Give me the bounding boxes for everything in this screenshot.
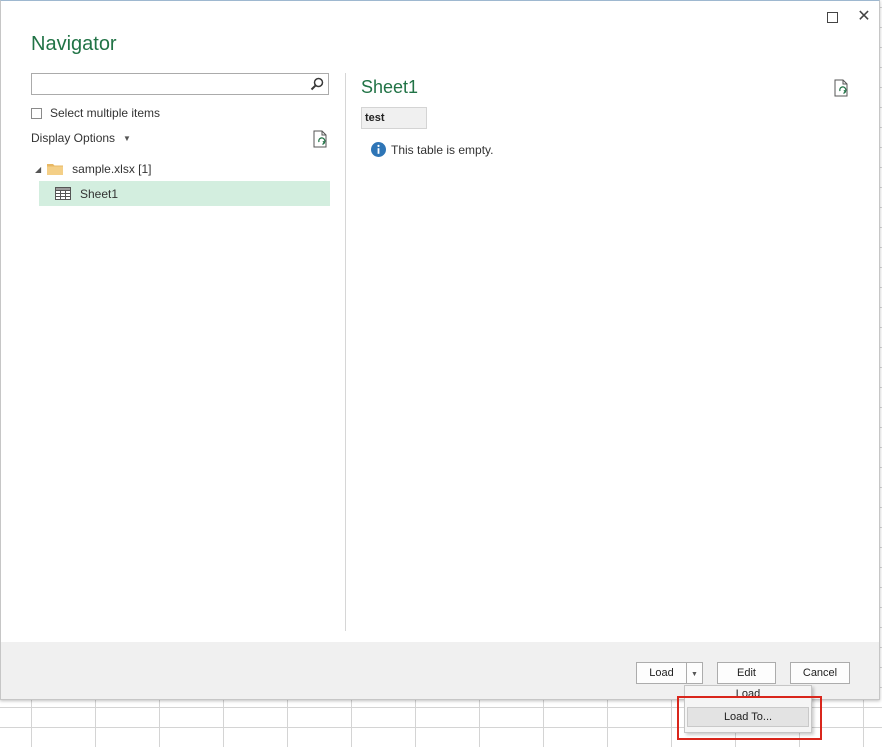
tree-folder-sample-xlsx[interactable]: ◢ sample.xlsx [1] [35,160,152,178]
cancel-button[interactable]: Cancel [790,662,850,684]
highlight-annotation [677,696,822,740]
tree-item-label: Sheet1 [80,186,119,201]
expand-triangle-icon[interactable]: ◢ [35,165,41,174]
display-options-label: Display Options [31,131,116,145]
search-input[interactable] [36,75,306,93]
dialog-title: Navigator [31,33,117,55]
select-multiple-row[interactable]: Select multiple items [31,106,160,120]
search-box[interactable] [31,73,329,95]
caret-down-icon: ▼ [123,133,131,143]
close-button[interactable]: ✕ [854,7,874,27]
search-icon[interactable] [309,76,325,92]
select-multiple-label: Select multiple items [50,106,161,120]
empty-table-message: This table is empty. [371,142,493,157]
preview-title: Sheet1 [361,77,419,97]
tree-item-sheet1[interactable]: Sheet1 [39,181,330,206]
navigator-dialog: ✕ Navigator Select multiple items Displa… [0,0,880,700]
edit-button[interactable]: Edit [717,662,776,684]
maximize-button[interactable] [822,7,842,27]
table-icon [55,187,71,200]
folder-icon [47,164,64,175]
tree-folder-label: sample.xlsx [1] [72,162,152,176]
info-icon [371,142,386,157]
maximize-icon [826,12,838,23]
caret-down-icon: ▼ [691,671,698,678]
load-button[interactable]: Load [636,662,687,684]
display-options-dropdown[interactable]: Display Options ▼ [31,131,131,145]
pane-divider[interactable] [345,73,346,631]
empty-table-text: This table is empty. [391,142,494,157]
load-dropdown-button[interactable]: ▼ [686,662,703,684]
preview-column-header: test [361,107,427,129]
refresh-preview-icon[interactable] [833,79,849,97]
select-multiple-checkbox[interactable] [31,107,42,119]
refresh-icon[interactable] [312,130,328,148]
close-icon: ✕ [857,8,871,25]
